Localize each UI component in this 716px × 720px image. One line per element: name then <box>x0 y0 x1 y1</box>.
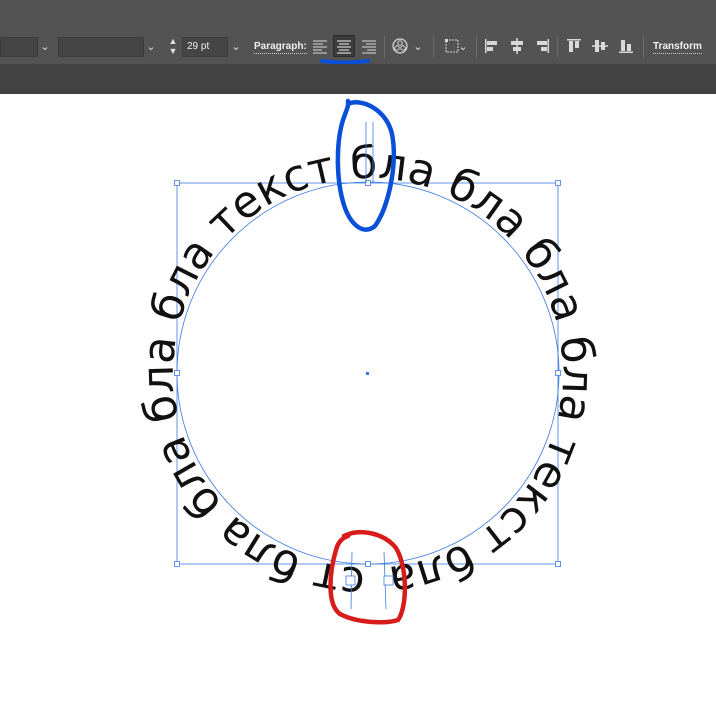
toolbar-divider <box>643 36 644 58</box>
document-tab-bar <box>0 64 716 94</box>
align-right-icon <box>362 40 376 54</box>
recolor-artwork-button[interactable] <box>389 35 411 57</box>
bracket-handle[interactable] <box>345 575 356 586</box>
handle-top-left[interactable] <box>174 180 180 186</box>
horizontal-align-right-button[interactable] <box>531 35 553 57</box>
font-size-chevron-down-icon[interactable]: ⌄ <box>228 37 244 57</box>
font-style-chevron-down-icon[interactable]: ⌄ <box>143 37 159 57</box>
font-size-value: 29 pt <box>187 41 210 52</box>
font-family-chevron-down-icon[interactable]: ⌄ <box>37 37 53 57</box>
vertical-align-bottom-button[interactable] <box>615 35 637 57</box>
align-left-icon <box>313 40 327 54</box>
handle-top-right[interactable] <box>555 180 561 186</box>
artboard-canvas[interactable]: бла текст бла бла бла бла текст бла бла … <box>0 94 716 720</box>
vertical-align-center-icon <box>592 40 608 52</box>
top-strip <box>0 0 716 30</box>
vertical-align-top-icon <box>567 39 581 52</box>
horizontal-align-left-icon <box>485 39 497 53</box>
handle-bottom-center[interactable] <box>365 561 371 567</box>
align-right-button[interactable] <box>358 35 380 57</box>
align-to-chevron-down-icon[interactable]: ⌄ <box>455 37 471 57</box>
path-text[interactable]: бла текст бла бла бла бла текст бла бла … <box>0 94 603 608</box>
handle-bottom-right[interactable] <box>555 561 561 567</box>
toolbar-divider <box>557 36 558 58</box>
stepper-up-icon[interactable]: ▲ <box>166 36 180 46</box>
vertical-align-top-button[interactable] <box>563 35 585 57</box>
handle-bottom-left[interactable] <box>174 561 180 567</box>
vertical-align-bottom-icon <box>619 40 633 53</box>
vertical-align-center-button[interactable] <box>589 35 611 57</box>
align-center-icon <box>337 40 351 54</box>
toolbar-divider <box>476 36 477 58</box>
align-left-button[interactable] <box>309 35 331 57</box>
horizontal-align-center-icon <box>511 38 523 54</box>
font-size-stepper-icon[interactable]: ▲ ▼ <box>166 36 180 58</box>
transform-link[interactable]: Transform <box>653 41 702 54</box>
paragraph-label[interactable]: Paragraph: <box>254 41 307 54</box>
center-point <box>366 372 369 375</box>
path-text-content[interactable]: бла текст бла бла бла бла текст бла бла … <box>0 94 603 608</box>
font-size-field[interactable]: 29 pt <box>182 37 228 57</box>
horizontal-align-right-icon <box>537 39 549 53</box>
horizontal-align-left-button[interactable] <box>481 35 503 57</box>
font-style-field[interactable] <box>58 37 144 57</box>
align-center-button[interactable] <box>333 35 355 57</box>
horizontal-align-center-button[interactable] <box>506 35 528 57</box>
color-wheel-icon <box>392 38 408 54</box>
toolbar-divider <box>384 36 385 58</box>
font-family-field[interactable] <box>0 37 38 57</box>
recolor-chevron-down-icon[interactable]: ⌄ <box>410 37 426 57</box>
bracket-handle[interactable] <box>383 575 394 586</box>
stepper-down-icon[interactable]: ▼ <box>166 46 180 56</box>
toolbar-divider <box>433 36 434 58</box>
